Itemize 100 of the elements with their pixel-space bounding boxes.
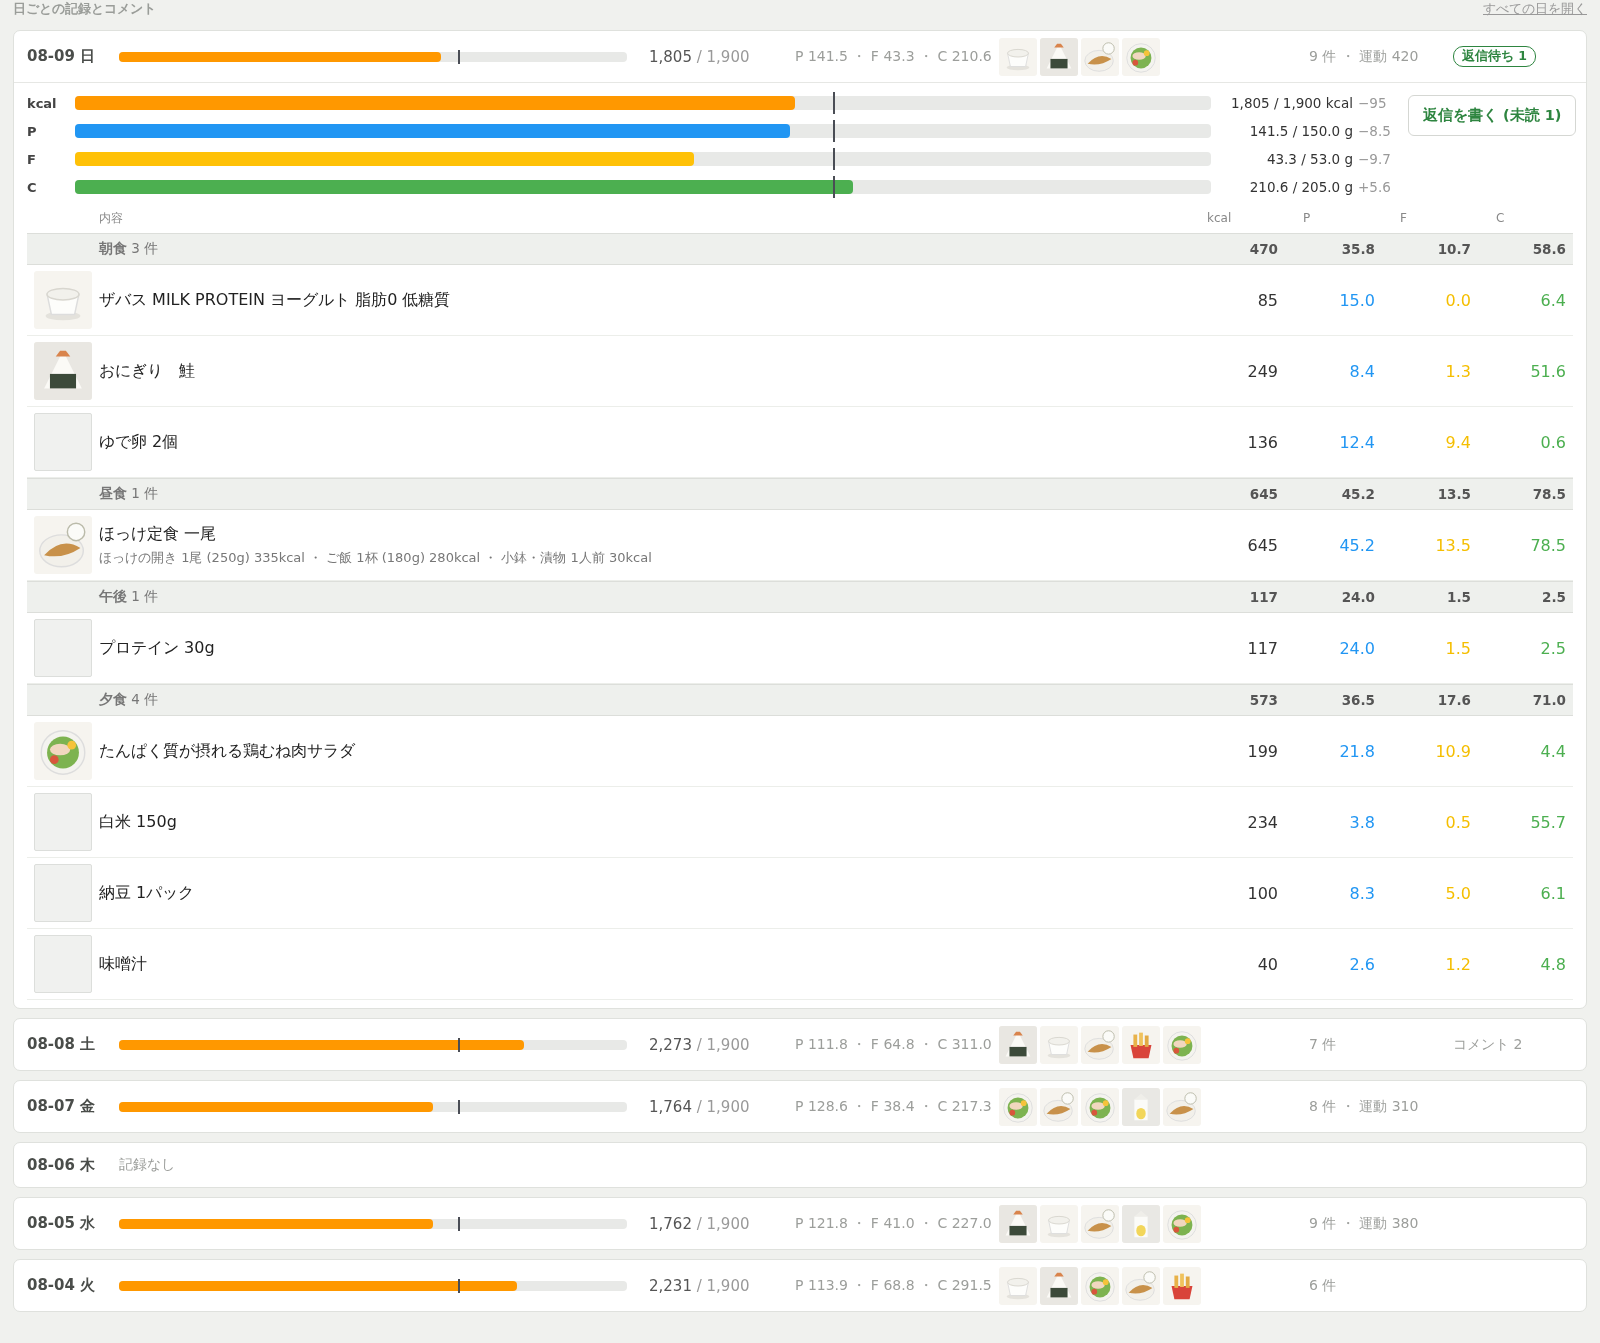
nutrient-value: 136 (1246, 432, 1279, 452)
column-header: kcal (1206, 211, 1233, 225)
group-total: 10.7 (1436, 241, 1472, 257)
group-total: 71.0 (1531, 692, 1567, 708)
food-name: ほっけ定食 一尾 (99, 523, 218, 545)
group-total: 36.5 (1340, 692, 1376, 708)
pfc-summary: P 141.5 ・ F 43.3 ・ C 210.6 (795, 47, 993, 66)
nutrient-value: 9.4 (1444, 432, 1472, 452)
group-total: 35.8 (1340, 241, 1376, 257)
macro-value: 43.3 / 53.0 g −9.7 (1265, 151, 1392, 167)
group-total: 24.0 (1340, 589, 1376, 605)
food-name: 納豆 1パック (99, 882, 196, 904)
reply-button[interactable]: 返信を書く (未読 1) (1408, 95, 1577, 136)
group-total: 1.5 (1446, 589, 1472, 605)
group-total: 470 (1248, 241, 1279, 257)
pfc-summary: P 111.8 ・ F 64.8 ・ C 311.0 (795, 1035, 993, 1054)
macro-value: 210.6 / 205.0 g +5.6 (1248, 179, 1392, 195)
macro-value: 1,805 / 1,900 kcal −95 (1230, 95, 1388, 111)
nutrient-value: 249 (1246, 361, 1279, 381)
food-name: ゆで卵 2個 (99, 431, 180, 453)
nutrient-value: 100 (1246, 883, 1279, 903)
macro-value: 141.5 / 150.0 g −8.5 (1248, 123, 1392, 139)
entry-summary: 8 件 ・ 運動 310 (1309, 1097, 1420, 1116)
nutrient-value: 21.8 (1338, 741, 1376, 761)
entry-summary: 7 件 (1309, 1035, 1338, 1054)
nutrient-value: 0.0 (1444, 290, 1472, 310)
nutrient-value: 55.7 (1529, 812, 1567, 832)
kcal-total: 1,805 / 1,900 (649, 47, 751, 66)
column-header: F (1399, 211, 1408, 225)
nutrient-value: 2.5 (1539, 638, 1567, 658)
nutrient-value: 199 (1246, 741, 1279, 761)
nutrient-value: 117 (1246, 638, 1279, 658)
nutrient-value: 24.0 (1338, 638, 1376, 658)
macro-label: F (27, 151, 37, 167)
group-total: 58.6 (1531, 241, 1567, 257)
nutrient-value: 85 (1256, 290, 1279, 310)
column-header: 内容 (99, 209, 124, 227)
pfc-summary: P 113.9 ・ F 68.8 ・ C 291.5 (795, 1276, 993, 1295)
nutrient-value: 1.3 (1444, 361, 1472, 381)
macro-label: kcal (27, 95, 58, 111)
comment-count: コメント 2 (1453, 1035, 1524, 1054)
food-name: 白米 150g (99, 811, 178, 833)
nutrient-value: 0.6 (1539, 432, 1567, 452)
day-date[interactable]: 08-04 火 (27, 1276, 119, 1295)
target-marker (457, 49, 460, 64)
food-name: 味噌汁 (99, 953, 148, 975)
kcal-total: 2,273 / 1,900 (649, 1035, 751, 1054)
nutrient-value: 13.5 (1434, 535, 1472, 555)
nutrient-value: 4.4 (1539, 741, 1567, 761)
nutrient-value: 645 (1246, 535, 1279, 555)
photo-placeholder (34, 935, 92, 993)
photo-placeholder (34, 793, 92, 851)
target-marker (457, 1037, 460, 1052)
food-name: たんぱく質が摂れる鶏むね肉サラダ (99, 740, 356, 762)
group-total: 645 (1248, 486, 1279, 502)
nutrient-value: 12.4 (1338, 432, 1376, 452)
pfc-summary: P 121.8 ・ F 41.0 ・ C 227.0 (795, 1214, 993, 1233)
group-total: 45.2 (1340, 486, 1376, 502)
day-date[interactable]: 08-05 水 (27, 1214, 119, 1233)
kcal-total: 1,762 / 1,900 (649, 1214, 751, 1233)
entry-summary: 9 件 ・ 運動 380 (1309, 1214, 1420, 1233)
food-name: ザバス MILK PROTEIN ヨーグルト 脂肪0 低糖質 (99, 289, 452, 311)
day-date[interactable]: 08-06 木 (27, 1155, 119, 1175)
nutrient-value: 10.9 (1434, 741, 1472, 761)
section-title: 日ごとの記録とコメント (13, 0, 156, 18)
nutrient-value: 8.3 (1348, 883, 1376, 903)
day-date[interactable]: 08-07 金 (27, 1097, 119, 1116)
target-marker (832, 92, 835, 114)
kcal-total: 2,231 / 1,900 (649, 1276, 751, 1295)
nutrient-value: 1.5 (1444, 638, 1472, 658)
target-marker (832, 120, 835, 142)
group-total: 573 (1248, 692, 1279, 708)
nutrient-value: 2.6 (1348, 954, 1376, 974)
target-marker (457, 1278, 460, 1293)
photo-placeholder (34, 864, 92, 922)
day-date[interactable]: 08-08 土 (27, 1035, 119, 1054)
meal-group-label: 夕食 4 件 (99, 691, 160, 709)
target-marker (832, 176, 835, 198)
meal-group-label: 朝食 3 件 (99, 240, 160, 258)
entry-summary: 9 件 ・ 運動 420 (1309, 47, 1420, 66)
target-marker (457, 1099, 460, 1114)
meal-group-label: 昼食 1 件 (99, 485, 160, 503)
macro-label: P (27, 123, 38, 139)
day-date[interactable]: 08-09 日 (27, 47, 119, 66)
nutrient-value: 15.0 (1338, 290, 1376, 310)
group-total: 2.5 (1541, 589, 1567, 605)
pfc-summary: P 128.6 ・ F 38.4 ・ C 217.3 (795, 1097, 993, 1116)
nutrient-value: 1.2 (1444, 954, 1472, 974)
target-marker (457, 1216, 460, 1231)
no-record-note: 記録なし (119, 1156, 176, 1174)
nutrient-value: 8.4 (1348, 361, 1376, 381)
food-name: プロテイン 30g (99, 637, 216, 659)
macro-label: C (27, 179, 38, 195)
group-total: 78.5 (1531, 486, 1567, 502)
nutrient-value: 45.2 (1338, 535, 1376, 555)
nutrient-value: 6.4 (1539, 290, 1567, 310)
kcal-total: 1,764 / 1,900 (649, 1097, 751, 1116)
entry-summary: 6 件 (1309, 1276, 1338, 1295)
nutrient-value: 6.1 (1539, 883, 1567, 903)
nutrient-value: 5.0 (1444, 883, 1472, 903)
